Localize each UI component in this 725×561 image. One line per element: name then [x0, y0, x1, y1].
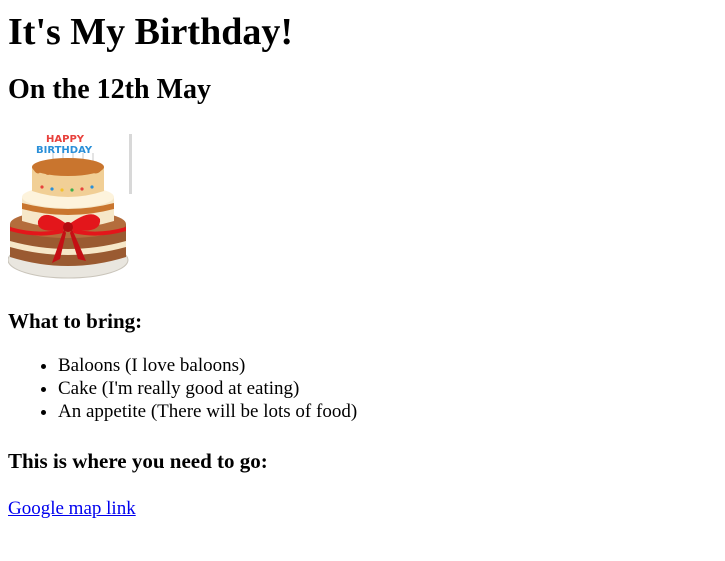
list-item: Baloons (I love baloons): [58, 354, 717, 377]
bring-heading: What to bring:: [8, 309, 143, 333]
list-item: An appetite (There will be lots of food): [58, 400, 717, 423]
page-title: It's My Birthday!: [8, 11, 293, 53]
topper-birthday: BIRTHDAY: [36, 145, 93, 156]
birthday-cake-image: HAPPY BIRTHDAY: [7, 129, 138, 284]
bring-list: Baloons (I love baloons) Cake (I'm reall…: [8, 354, 717, 423]
date-subtitle: On the 12th May: [8, 74, 211, 105]
google-map-link[interactable]: Google map link: [8, 497, 136, 520]
topper-happy: HAPPY: [46, 134, 85, 145]
watermark-strip: [129, 134, 132, 194]
list-item: Cake (I'm really good at eating): [58, 377, 717, 400]
cake-illustration: HAPPY BIRTHDAY: [7, 134, 132, 279]
location-heading: This is where you need to go:: [8, 449, 268, 473]
